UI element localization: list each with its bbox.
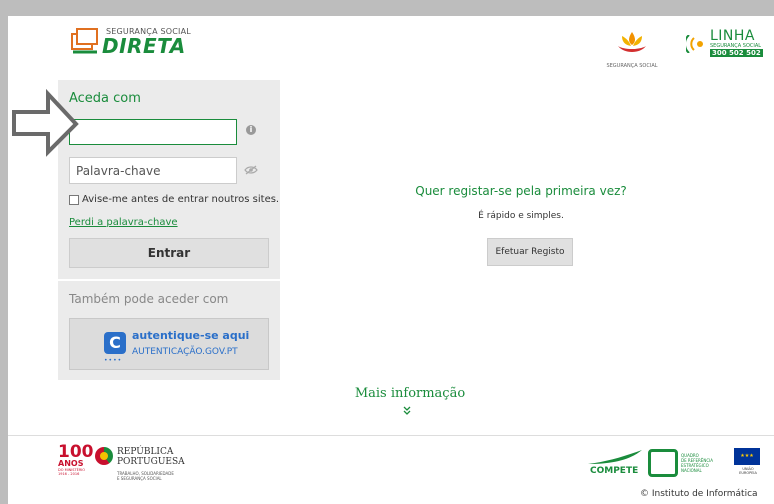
linha-title: LINHA	[710, 28, 756, 44]
panel-divider	[58, 279, 280, 281]
centenary-number: 100	[58, 442, 94, 462]
remember-label: Avise-me antes de entrar noutros sites.	[82, 194, 280, 205]
linha-seguranca-social[interactable]: LINHA SEGURANÇA SOCIAL 300 502 502	[686, 28, 763, 57]
forgot-password-link[interactable]: Perdi a palavra-chave	[69, 217, 178, 228]
remember-option[interactable]: Avise-me antes de entrar noutros sites.	[69, 194, 279, 205]
password-input[interactable]	[69, 157, 237, 184]
compete-text: COMPETE	[590, 466, 639, 476]
eu-logo: ★★★ UNIÃO EUROPEIA	[734, 448, 762, 478]
alternative-login-label: Também pode aceder com	[69, 292, 229, 306]
qren-mark-icon	[648, 449, 678, 477]
centenary-logo: 100 ANOS DO MINISTÉRIO 1916 - 2016	[58, 442, 94, 477]
remember-checkbox[interactable]	[69, 194, 79, 205]
compete-wing-icon	[588, 450, 642, 464]
autenticacao-line2: AUTENTICAÇÃO.GOV.PT	[132, 347, 238, 357]
eu-flag-icon: ★★★	[734, 448, 760, 465]
more-info-link[interactable]: Mais informação	[328, 386, 492, 401]
show-password-icon[interactable]	[244, 165, 258, 178]
register-title: Quer registar-se pela primeira vez?	[415, 184, 627, 198]
portugal-emblem-icon	[95, 447, 113, 465]
autenticacao-line1: autentique-se aqui	[132, 329, 250, 342]
linha-phone-number: 300 502 502	[710, 49, 763, 57]
footer-divider	[8, 435, 774, 436]
autenticacao-gov-button[interactable]: C •••• autentique-se aqui AUTENTICAÇÃO.G…	[69, 318, 269, 370]
autenticacao-gov-logo-icon: C	[104, 332, 126, 354]
autenticacao-dots-icon: ••••	[104, 357, 123, 364]
eu-label: UNIÃO EUROPEIA	[739, 467, 757, 475]
republica-portuguesa-logo: REPÚBLICA PORTUGUESA TRABALHO, SOLIDARIE…	[95, 447, 185, 481]
browser-frame-top	[0, 0, 774, 16]
seguranca-social-logo[interactable]: SEGURANÇA SOCIAL	[604, 28, 660, 69]
register-button[interactable]: Efetuar Registo	[487, 238, 573, 266]
republic-line4: E SEGURANÇA SOCIAL	[117, 476, 162, 481]
seguranca-social-direta-logo[interactable]: SEGURANÇA SOCIAL DIRETA	[70, 26, 191, 56]
pointer-arrow-icon	[12, 88, 79, 157]
username-input[interactable]	[69, 119, 237, 145]
republic-line2: PORTUGUESA	[117, 457, 185, 467]
login-panel: Aceda com i Avise-me antes de entrar nou…	[58, 80, 280, 380]
qren-logo: QUADRO DE REFERÊNCIA ESTRATÉGICO NACIONA…	[648, 448, 728, 478]
centenary-small-2: 1916 - 2016	[58, 472, 80, 476]
chevron-down-icon[interactable]	[402, 406, 412, 419]
browser-frame-left	[0, 0, 8, 504]
logo-main-text: DIRETA	[102, 34, 186, 58]
qren-line4: NACIONAL	[681, 468, 702, 473]
republic-line1: REPÚBLICA	[117, 447, 174, 457]
register-subtitle: É rápido e simples.	[478, 211, 564, 221]
info-icon[interactable]: i	[246, 125, 256, 135]
page: SEGURANÇA SOCIAL DIRETA SEGURANÇA SOCIAL…	[8, 16, 774, 504]
phone-signal-icon	[686, 34, 703, 53]
enter-button[interactable]: Entrar	[69, 238, 269, 268]
ss-logo-label: SEGURANÇA SOCIAL	[606, 63, 658, 69]
compete-logo: COMPETE	[586, 448, 644, 478]
logo-mark-icon	[70, 26, 100, 56]
copyright-text: © Instituto de Informática	[640, 489, 758, 499]
ss-flower-icon	[618, 32, 646, 52]
